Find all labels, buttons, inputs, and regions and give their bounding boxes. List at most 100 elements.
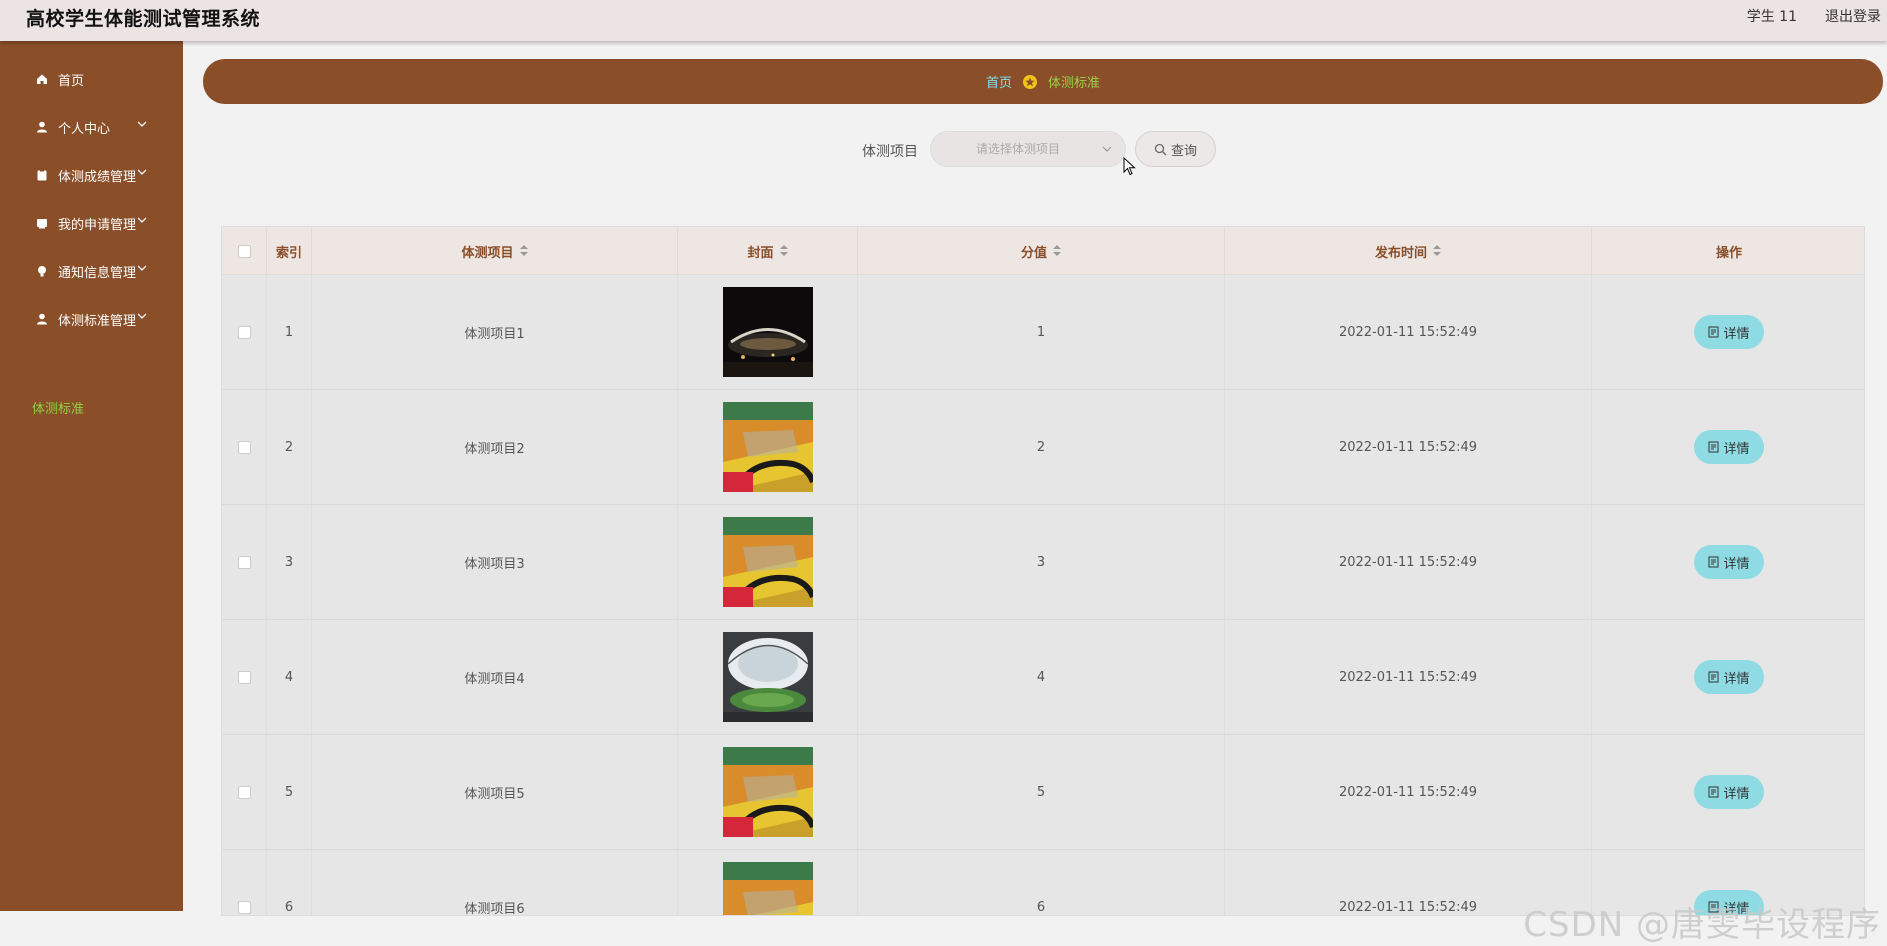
chevron-down-icon [1102,146,1112,152]
row-index: 5 [267,735,312,849]
cover-image [722,747,813,837]
row-time: 2022-01-11 15:52:49 [1225,275,1592,389]
row-action-cell: 详情 [1592,390,1864,504]
row-checkbox[interactable] [237,555,251,569]
cover-image [722,862,813,915]
row-select-cell [222,620,267,734]
table-row: 2 体测项目2 2 2022-01-11 15:52:49 详情 [222,390,1864,505]
table-row: 4 体测项目4 4 2022-01-11 15:52:49 详情 [222,620,1864,735]
chevron-down-icon [137,169,147,175]
row-checkbox[interactable] [237,440,251,454]
row-select-cell [222,275,267,389]
header-cover[interactable]: 封面 [678,227,858,275]
row-checkbox[interactable] [237,325,251,339]
table-row: 5 体测项目5 5 2022-01-11 15:52:49 详情 [222,735,1864,850]
document-icon [1708,441,1719,453]
row-score: 6 [858,850,1225,915]
table-row: 3 体测项目3 3 2022-01-11 15:52:49 详情 [222,505,1864,620]
row-score: 2 [858,390,1225,504]
header-item[interactable]: 体测项目 [312,227,678,275]
row-score: 3 [858,505,1225,619]
sidebar-item-standard-management[interactable]: 体测标准管理 [0,295,183,343]
row-select-cell [222,850,267,915]
row-time: 2022-01-11 15:52:49 [1225,505,1592,619]
detail-button-label: 详情 [1723,671,1750,687]
cover-image [722,402,813,492]
row-checkbox[interactable] [237,785,251,799]
search-icon [1154,143,1167,155]
sidebar-item-label: 体测成绩管理 [58,169,137,185]
row-checkbox[interactable] [237,670,251,684]
sidebar-item-application-management[interactable]: 我的申请管理 [0,199,183,247]
row-item: 体测项目5 [312,735,678,849]
cover-image [722,632,813,722]
home-icon [36,73,48,85]
detail-button-label: 详情 [1723,326,1750,342]
row-item: 体测项目6 [312,850,678,915]
sidebar-subitem-standard[interactable]: 体测标准 [32,398,84,417]
breadcrumb-home[interactable]: 首页 [986,72,1012,91]
sidebar-item-label: 个人中心 [58,121,111,137]
row-action-cell: 详情 [1592,275,1864,389]
sidebar-item-notification-management[interactable]: 通知信息管理 [0,247,183,295]
detail-button[interactable]: 详情 [1694,430,1764,464]
search-bar: 体测项目 请选择体测项目 查询 [183,131,1887,171]
row-item: 体测项目4 [312,620,678,734]
row-index: 1 [267,275,312,389]
document-icon [1708,326,1719,338]
search-button[interactable]: 查询 [1135,131,1216,167]
breadcrumb: 首页 体测标准 [203,59,1883,104]
sidebar-item-label: 通知信息管理 [58,265,137,281]
sidebar-item-score-management[interactable]: 体测成绩管理 [0,151,183,199]
row-checkbox[interactable] [237,900,251,914]
row-action-cell: 详情 [1592,735,1864,849]
user-icon [36,313,48,325]
document-icon [1708,786,1719,798]
breadcrumb-current: 体测标准 [1048,76,1101,91]
chevron-down-icon [137,265,147,271]
clipboard-icon [36,169,48,181]
header-time[interactable]: 发布时间 [1225,227,1592,275]
row-cover [678,735,858,849]
header-index: 索引 [267,227,312,275]
sidebar-item-home[interactable]: 首页 [0,55,183,103]
detail-button[interactable]: 详情 [1694,315,1764,349]
row-action-cell: 详情 [1592,505,1864,619]
item-select[interactable]: 请选择体测项目 [930,131,1126,167]
sort-icon [779,245,788,257]
detail-button[interactable]: 详情 [1694,775,1764,809]
detail-button[interactable]: 详情 [1694,545,1764,579]
chevron-down-icon [137,217,147,223]
watermark: CSDN @唐雯毕设程序 [1523,905,1881,945]
detail-button-label: 详情 [1723,441,1750,457]
row-cover [678,850,858,915]
sort-icon [519,245,528,257]
row-cover [678,505,858,619]
sidebar-item-personal-center[interactable]: 个人中心 [0,103,183,151]
sidebar-item-label: 首页 [58,73,85,89]
sort-icon [1053,245,1061,257]
row-cover [678,390,858,504]
table-row: 1 体测项目1 1 2022-01-11 15:52:49 详情 [222,275,1864,390]
document-icon [1708,671,1719,683]
search-label: 体测项目 [862,144,918,160]
sidebar: 首页 个人中心 体测成绩管理 我的申请管理 通知信息管理 体测标准管理 体测标准 [0,41,183,911]
row-select-cell [222,735,267,849]
current-user: 学生 11 [1746,9,1797,25]
row-action-cell: 详情 [1592,620,1864,734]
row-time: 2022-01-11 15:52:49 [1225,620,1592,734]
row-time: 2022-01-11 15:52:49 [1225,735,1592,849]
header-score[interactable]: 分值 [858,227,1225,275]
document-icon [1708,556,1719,568]
row-item: 体测项目1 [312,275,678,389]
row-select-cell [222,390,267,504]
logout-link[interactable]: 退出登录 [1825,6,1881,26]
select-placeholder: 请选择体测项目 [976,142,1061,156]
chevron-down-icon [137,313,147,319]
detail-button-label: 详情 [1723,556,1750,572]
detail-button[interactable]: 详情 [1694,660,1764,694]
top-bar: 高校学生体能测试管理系统 学生 11 退出登录 [0,0,1887,41]
select-all-checkbox[interactable] [237,244,251,258]
header-select-all-cell [222,227,267,275]
cover-image [722,517,813,607]
